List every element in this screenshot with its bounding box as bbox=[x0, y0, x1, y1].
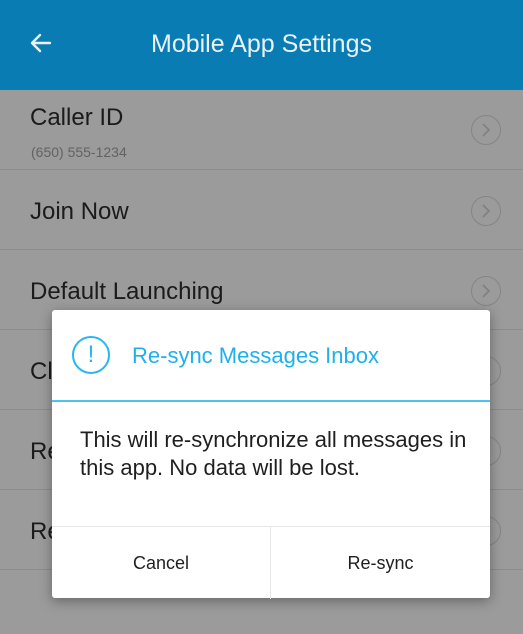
cancel-button[interactable]: Cancel bbox=[52, 527, 271, 599]
dialog-message: This will re-synchronize all messages in… bbox=[80, 427, 467, 480]
resync-dialog: ! Re-sync Messages Inbox This will re-sy… bbox=[52, 310, 490, 599]
dialog-title: Re-sync Messages Inbox bbox=[132, 343, 379, 368]
app-bar: Mobile App Settings bbox=[0, 0, 523, 90]
page-title: Mobile App Settings bbox=[151, 30, 372, 58]
alert-circle-icon: ! bbox=[72, 336, 110, 374]
dialog-header: ! Re-sync Messages Inbox bbox=[52, 310, 490, 402]
resync-button[interactable]: Re-sync bbox=[271, 527, 490, 599]
dialog-actions: Cancel Re-sync bbox=[52, 526, 490, 599]
